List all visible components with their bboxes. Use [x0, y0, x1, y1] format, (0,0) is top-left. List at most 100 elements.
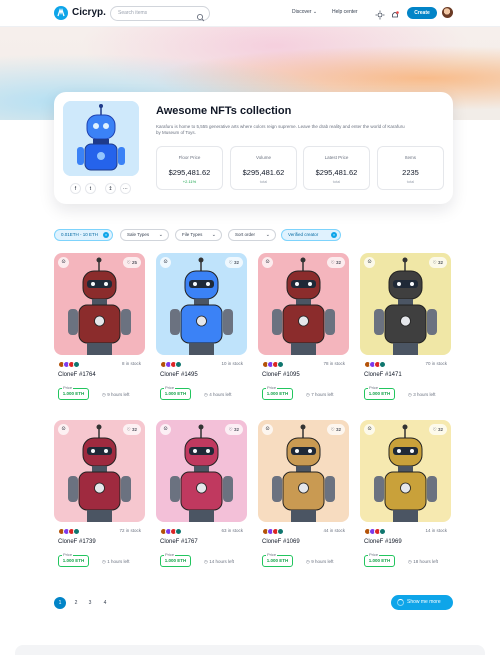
- nft-name[interactable]: CloneF #1471: [364, 372, 402, 378]
- stat-floor-price: Floor Price $295,481.62 +2.11%: [156, 146, 223, 190]
- nft-image[interactable]: ⊙ ♡ 25: [54, 253, 145, 355]
- nft-name[interactable]: CloneF #1095: [262, 372, 300, 378]
- bag-icon[interactable]: ⊙: [160, 257, 171, 268]
- filter-sale-types[interactable]: Sale Types ⌄: [120, 229, 169, 241]
- like-button[interactable]: ♡ 32: [428, 424, 447, 435]
- like-button[interactable]: ♡ 32: [224, 257, 243, 268]
- price-box: Price 1.000 ETH: [160, 552, 191, 567]
- nft-image[interactable]: ⊙ ♡ 32: [360, 420, 451, 522]
- owner-avatar[interactable]: [175, 361, 182, 368]
- like-count: 32: [233, 260, 239, 265]
- like-count: 32: [131, 427, 137, 432]
- create-button[interactable]: Create: [407, 7, 437, 19]
- page-2[interactable]: 2: [70, 597, 82, 609]
- more-icon[interactable]: ⋯: [120, 183, 131, 194]
- stat-sub: total: [332, 179, 341, 184]
- price-value: 1.000 ETH: [368, 558, 391, 563]
- close-icon[interactable]: ×: [103, 232, 109, 238]
- like-button[interactable]: ♡ 32: [122, 424, 141, 435]
- owner-avatars: [58, 361, 82, 368]
- nft-name[interactable]: CloneF #1495: [160, 372, 198, 378]
- nft-name[interactable]: CloneF #1767: [160, 539, 198, 545]
- show-more-label: Show me more: [407, 599, 441, 605]
- filter-file-types[interactable]: File Types ⌄: [175, 229, 222, 241]
- nft-image[interactable]: ⊙ ♡ 32: [258, 420, 349, 522]
- bag-icon[interactable]: ⊙: [58, 257, 69, 268]
- owner-avatar[interactable]: [73, 361, 80, 368]
- nft-image[interactable]: ⊙ ♡ 32: [156, 420, 247, 522]
- facebook-icon[interactable]: f: [70, 183, 81, 194]
- like-button[interactable]: ♡ 25: [122, 257, 141, 268]
- nft-image[interactable]: ⊙ ♡ 32: [360, 253, 451, 355]
- nft-name[interactable]: CloneF #1069: [262, 539, 300, 545]
- bag-icon[interactable]: ⊙: [58, 424, 69, 435]
- page-4[interactable]: 4: [99, 597, 111, 609]
- chevron-down-icon: ⌄: [265, 232, 270, 238]
- search-input[interactable]: Search items: [118, 10, 147, 16]
- filter-sort-order[interactable]: Sort order ⌄: [228, 229, 276, 241]
- heart-icon: ♡: [330, 260, 335, 265]
- nav-help-center[interactable]: Help center: [332, 9, 358, 15]
- heart-icon: ♡: [432, 427, 437, 432]
- collection-title: Awesome NFTs collection: [156, 105, 292, 117]
- time-left-text: 9 hours left: [311, 559, 334, 564]
- nft-name[interactable]: CloneF #1739: [58, 539, 96, 545]
- page-3[interactable]: 3: [84, 597, 96, 609]
- like-button[interactable]: ♡ 32: [326, 257, 345, 268]
- twitter-icon[interactable]: t: [85, 183, 96, 194]
- share-icon[interactable]: ↥: [105, 183, 116, 194]
- owner-avatar[interactable]: [175, 528, 182, 535]
- nft-image[interactable]: ⊙ ♡ 32: [54, 420, 145, 522]
- stock-count: 10 in stock: [221, 361, 243, 366]
- bag-icon[interactable]: ⊙: [364, 257, 375, 268]
- like-button[interactable]: ♡ 32: [224, 424, 243, 435]
- bell-icon[interactable]: [390, 7, 400, 25]
- nav-discover[interactable]: Discover ⌄: [292, 9, 317, 15]
- like-count: 25: [131, 260, 137, 265]
- filter-label: Sort order: [235, 232, 256, 237]
- owner-avatar[interactable]: [277, 361, 284, 368]
- theme-toggle-icon[interactable]: [375, 7, 385, 25]
- price-value: 1.000 ETH: [266, 558, 289, 563]
- owner-avatar[interactable]: [379, 361, 386, 368]
- search-icon[interactable]: [196, 9, 205, 27]
- logo-icon[interactable]: [54, 6, 68, 20]
- collection-description: Karafuru is home to 5,555 generative art…: [156, 124, 405, 135]
- owner-avatar[interactable]: [277, 528, 284, 535]
- search-box[interactable]: Search items: [110, 6, 210, 22]
- stock-count: 70 in stock: [425, 361, 447, 366]
- stat-value: $295,481.62: [168, 168, 211, 177]
- owner-avatar[interactable]: [73, 528, 80, 535]
- price-box: Price 1.000 ETH: [262, 385, 293, 400]
- filter-verified-creator[interactable]: Verified creator ×: [281, 229, 341, 241]
- stock-count: 63 in stock: [221, 528, 243, 533]
- price-box: Price 1.000 ETH: [58, 552, 89, 567]
- heart-icon: ♡: [432, 260, 437, 265]
- logo-text[interactable]: Cicryp.: [72, 7, 106, 18]
- nft-image[interactable]: ⊙ ♡ 32: [156, 253, 247, 355]
- bag-icon[interactable]: ⊙: [262, 424, 273, 435]
- bag-icon[interactable]: ⊙: [160, 424, 171, 435]
- like-button[interactable]: ♡ 32: [326, 424, 345, 435]
- stat-value: $295,481.62: [242, 168, 285, 177]
- owner-avatar[interactable]: [379, 528, 386, 535]
- bag-icon[interactable]: ⊙: [262, 257, 273, 268]
- filter-label: 0.01ETH - 10 ETH: [61, 232, 99, 237]
- close-icon[interactable]: ×: [331, 232, 337, 238]
- nft-name[interactable]: CloneF #1969: [364, 539, 402, 545]
- price-value: 1.000 ETH: [266, 391, 289, 396]
- nft-image[interactable]: ⊙ ♡ 32: [258, 253, 349, 355]
- bag-icon[interactable]: ⊙: [364, 424, 375, 435]
- time-left: ◷ 4 hours left: [204, 392, 231, 398]
- page-1[interactable]: 1: [54, 597, 66, 609]
- clock-icon: ◷: [306, 392, 310, 397]
- price-value: 1.000 ETH: [368, 391, 391, 396]
- stock-count: 44 in stock: [323, 528, 345, 533]
- filter-price-range[interactable]: 0.01ETH - 10 ETH ×: [54, 229, 113, 241]
- avatar[interactable]: [442, 7, 453, 18]
- nft-name[interactable]: CloneF #1764: [58, 372, 96, 378]
- filter-label: Verified creator: [288, 232, 319, 237]
- show-more-button[interactable]: Show me more: [391, 595, 453, 610]
- like-button[interactable]: ♡ 32: [428, 257, 447, 268]
- stat-sub: +2.11%: [182, 179, 197, 184]
